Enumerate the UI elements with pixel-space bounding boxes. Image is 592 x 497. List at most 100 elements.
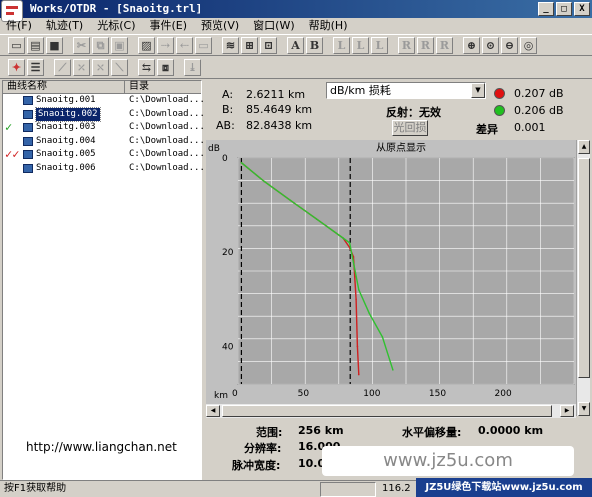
cursor-b-button[interactable]: B [306,36,323,54]
main-toolbar: ▭ ▤ ■ ✂ ⧉ ▣ ▨ ⇢ ⇠ ▭ ≋ ⊞ ⊡ A B L L L R R … [0,34,592,56]
swap-icon[interactable]: ⇆ [138,59,155,76]
new-file-icon[interactable]: ▭ [8,36,25,54]
trace-open-icon[interactable]: ✦ [8,59,25,76]
minimize-button[interactable]: _ [538,2,554,16]
series-point [342,237,344,239]
y-tick-label: 20 [222,248,234,258]
menu-bar: 件(F) 轨迹(T) 光标(C) 事件(E) 预览(V) 窗口(W) 帮助(H) [0,18,592,34]
menu-event[interactable]: 事件(E) [150,18,188,34]
overlay-icon[interactable]: ⧈ [157,59,174,76]
trace-dir: C:\Download... [129,149,205,159]
secondary-toolbar: ✦ ☰ ⟋ ⤫ ⤬ ⟍ ⇆ ⧈ ⤓ [0,57,592,79]
scroll-thumb[interactable] [578,158,590,378]
trace-list: 曲线名称 目录 Snaoitg.001 C:\Download... Snaoi… [2,80,205,480]
series-point [368,312,371,315]
import-icon[interactable]: ⇠ [176,36,193,54]
trace-name: Snaoitg.001 [36,95,96,105]
series-point [348,241,351,244]
list-item[interactable]: Snaoitg.001 C:\Download... [3,94,205,108]
series-point [357,373,360,376]
menu-file[interactable]: 件(F) [6,18,32,34]
scroll-thumb[interactable] [222,405,552,417]
trace-file-icon [23,163,33,173]
event-3-icon[interactable]: ⤬ [92,59,109,76]
scroll-left-icon[interactable]: ◀ [206,405,220,417]
grid-icon[interactable]: ⊞ [241,36,258,54]
menu-help[interactable]: 帮助(H) [309,18,348,34]
menu-trace[interactable]: 轨迹(T) [46,18,83,34]
menu-cursor[interactable]: 光标(C) [97,18,135,34]
trace-name: Snaoitg.004 [36,135,96,146]
zoom-in-icon[interactable]: ⊕ [463,36,480,54]
menu-preview[interactable]: 预览(V) [201,18,239,34]
cursor-a-button[interactable]: A [287,36,304,54]
left-3-button[interactable]: L [371,36,388,54]
col-header-dir[interactable]: 目录 [125,81,149,93]
save-icon[interactable]: ■ [46,36,63,54]
right-2-button[interactable]: R [417,36,434,54]
cut-icon[interactable]: ✂ [73,36,90,54]
list-item[interactable]: Snaoitg.006 C:\Download... [3,162,205,176]
event-4-icon[interactable]: ⟍ [111,59,128,76]
chart-title: 从原点显示 [376,142,426,154]
marker-icon[interactable]: ⤓ [184,59,201,76]
chart-ylabel: dB [208,144,220,154]
trace-name-selected: Snaoitg.002 [35,106,101,122]
list-item[interactable]: Snaoitg.002 C:\Download... [3,106,205,122]
series-point [355,298,357,301]
cursor-ab-label: AB: [216,119,235,132]
list-item[interactable]: Snaoitg.004 C:\Download... [3,135,205,149]
reflect-label: 反射：无效 [386,106,441,119]
left-2-button[interactable]: L [352,36,369,54]
watermark-box: www.jz5u.com [322,446,574,476]
right-3-button[interactable]: R [436,36,453,54]
x-tick-label: 100 [363,389,380,399]
trace-file-icon [23,136,33,146]
scroll-down-icon[interactable]: ▼ [578,402,590,416]
green-trace-dot-icon [494,105,505,116]
horizontal-scrollbar[interactable]: ◀ ▶ [206,404,576,418]
copy-icon[interactable]: ⧉ [92,36,109,54]
zoom-out-icon[interactable]: ⊖ [501,36,518,54]
check-icon: ✓ [5,120,13,134]
y-tick-label: 40 [222,342,234,352]
x-tick-label: 150 [429,389,446,399]
scroll-right-icon[interactable]: ▶ [560,405,574,417]
range-label: 范围: [256,426,283,439]
print-preview-icon[interactable]: ▨ [138,36,155,54]
list-icon[interactable]: ☰ [27,59,44,76]
page-icon[interactable]: ▭ [195,36,212,54]
event-1-icon[interactable]: ⟋ [54,59,71,76]
chevron-down-icon[interactable]: ▼ [471,83,485,98]
mode-dropdown[interactable]: dB/km 损耗 ▼ [326,82,486,99]
target-icon[interactable]: ⊡ [260,36,277,54]
event-2-icon[interactable]: ⤫ [73,59,90,76]
watermark-url: http://www.liangchan.net [26,440,177,454]
menu-window[interactable]: 窗口(W) [253,18,294,34]
maximize-button[interactable]: □ [556,2,572,16]
export-icon[interactable]: ⇢ [157,36,174,54]
close-button[interactable]: X [574,2,590,16]
list-item[interactable]: ✓ Snaoitg.003 C:\Download... [3,120,205,135]
trace-file-icon [23,123,33,132]
vertical-scrollbar[interactable]: ▲ ▼ [576,140,590,416]
left-1-button[interactable]: L [333,36,350,54]
check-icon: ✓✓ [5,147,20,161]
right-1-button[interactable]: R [398,36,415,54]
zoom-fit-icon[interactable]: ⊙ [482,36,499,54]
return-loss-button[interactable]: 光回损 [392,120,428,136]
trace-file-icon [23,150,33,159]
scroll-up-icon[interactable]: ▲ [578,140,590,154]
paste-icon[interactable]: ▣ [111,36,128,54]
otdr-chart[interactable]: 从原点显示 dB km 0 50 100 150 200 0 20 40 [206,140,590,416]
resolution-label: 分辨率: [244,442,282,455]
col-header-name[interactable]: 曲线名称 [3,81,125,93]
cursor-readout: A: 2.6211 km B: 85.4649 km AB: 82.8438 k… [206,82,590,138]
zoom-full-icon[interactable]: ◎ [520,36,537,54]
open-folder-icon[interactable]: ▤ [27,36,44,54]
trace-dir: C:\Download... [129,122,205,132]
range-value: 256 km [298,424,344,437]
chart-svg[interactable]: 从原点显示 dB km 0 50 100 150 200 0 20 40 [206,140,576,402]
waveform-icon[interactable]: ≋ [222,36,239,54]
list-item[interactable]: ✓✓ Snaoitg.005 C:\Download... [3,147,205,162]
